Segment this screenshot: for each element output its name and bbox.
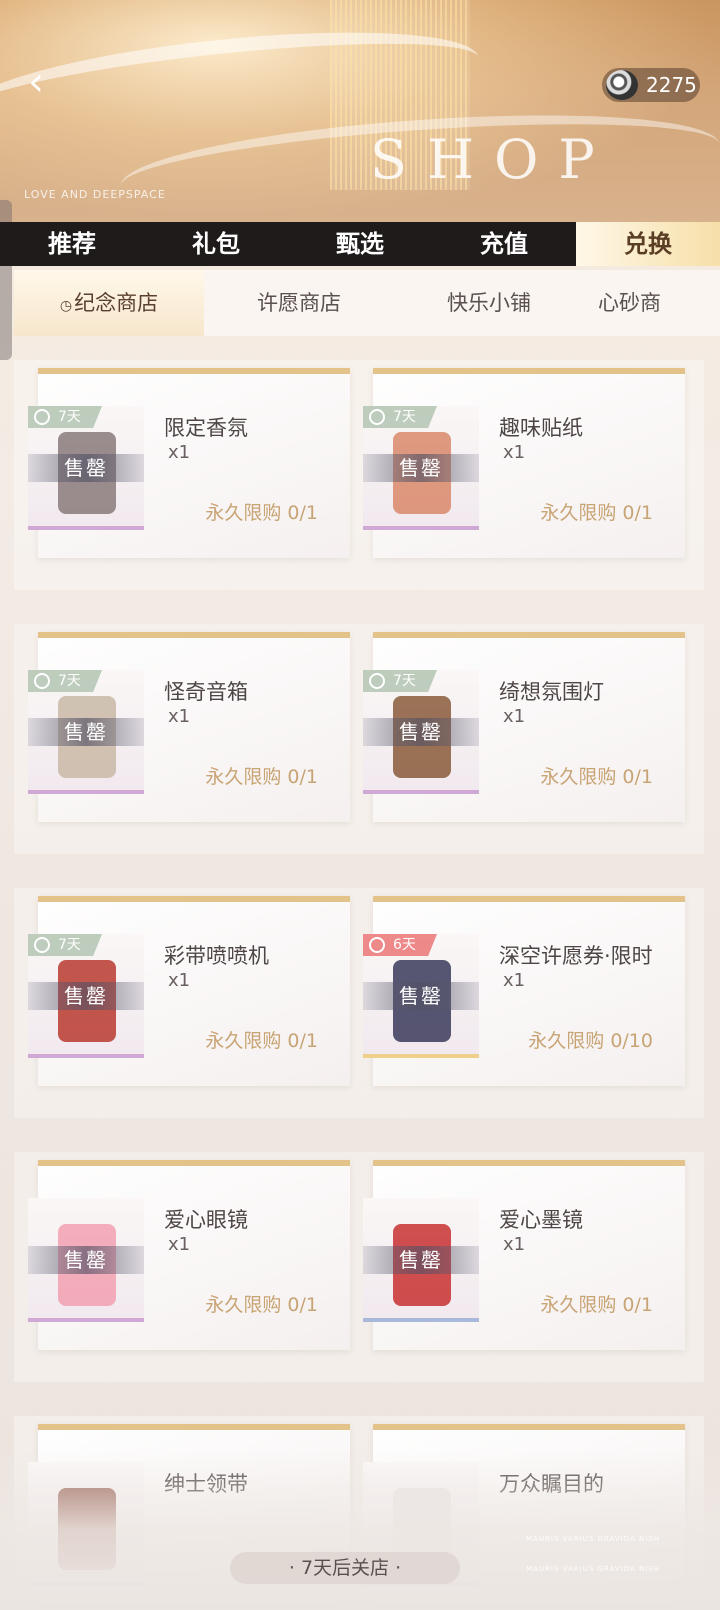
purchase-limit: 永久限购 0/1: [205, 1294, 318, 1316]
footer-watermark: MAURIS VARIUS GRAVIDA NISH: [526, 1535, 660, 1543]
clock-icon: [34, 673, 50, 689]
sold-out-label: 售罄: [363, 982, 479, 1010]
tab-exchange[interactable]: 兑换: [576, 222, 720, 266]
purchase-limit: 永久限购 0/1: [205, 502, 318, 524]
item-quantity: x1: [503, 442, 526, 463]
shop-item-card[interactable]: 售罄 爱心墨镜 x1 永久限购 0/1: [363, 1160, 685, 1350]
clock-icon: ◷: [59, 298, 73, 314]
sold-out-label: 售罄: [28, 1246, 144, 1274]
bottom-fade: [0, 1450, 720, 1610]
clock-icon: [369, 937, 385, 953]
currency-amount: 2275: [646, 73, 697, 97]
clock-icon: [369, 673, 385, 689]
purchase-limit: 永久限购 0/1: [205, 1030, 318, 1052]
item-quantity: x1: [503, 706, 526, 727]
clock-icon: [369, 409, 385, 425]
shop-item-card[interactable]: 7天售罄 趣味贴纸 x1 永久限购 0/1: [363, 368, 685, 558]
brand-mark: LOVE AND DEEPSPACE: [24, 188, 166, 201]
subtab-memorial-shop[interactable]: ◷纪念商店: [14, 270, 204, 336]
item-quantity: x1: [168, 1234, 191, 1255]
item-thumbnail: 7天售罄: [363, 406, 479, 530]
item-name: 趣味贴纸: [499, 416, 583, 440]
shop-item-card[interactable]: 售罄 爱心眼镜 x1 永久限购 0/1: [28, 1160, 350, 1350]
currency-display[interactable]: 2275: [602, 68, 700, 102]
item-quantity: x1: [168, 442, 191, 463]
purchase-limit: 永久限购 0/1: [540, 766, 653, 788]
shop-item-card[interactable]: 7天售罄 绮想氛围灯 x1 永久限购 0/1: [363, 632, 685, 822]
purchase-limit: 永久限购 0/1: [540, 1294, 653, 1316]
clock-icon: [34, 409, 50, 425]
time-remaining-badge: 7天: [363, 406, 437, 428]
item-name: 深空许愿券·限时: [499, 944, 653, 968]
badge-text: 7天: [58, 409, 81, 425]
chevron-left-icon: ‹: [28, 59, 44, 105]
item-thumbnail: 6天售罄: [363, 934, 479, 1058]
shop-item-card[interactable]: 7天售罄 怪奇音箱 x1 永久限购 0/1: [28, 632, 350, 822]
item-name: 限定香氛: [164, 416, 248, 440]
sold-out-label: 售罄: [28, 982, 144, 1010]
item-name: 彩带喷喷机: [164, 944, 269, 968]
footer-watermark: MAURIS VARIUS GRAVIDA NISH: [526, 1565, 660, 1573]
sold-out-label: 售罄: [363, 1246, 479, 1274]
badge-text: 7天: [393, 409, 416, 425]
tab-recharge[interactable]: 充值: [432, 222, 576, 266]
header-banner: SHOP LOVE AND DEEPSPACE ‹ 2275: [0, 0, 720, 222]
item-thumbnail: 售罄: [363, 1198, 479, 1322]
item-thumbnail: 7天售罄: [363, 670, 479, 794]
tab-recommend[interactable]: 推荐: [0, 222, 144, 266]
item-quantity: x1: [168, 706, 191, 727]
subtab-heart-sand-shop[interactable]: 心砂商: [584, 270, 704, 336]
main-tab-bar: 推荐 礼包 甄选 充值 兑换: [0, 222, 720, 266]
purchase-limit: 永久限购 0/10: [528, 1030, 653, 1052]
item-thumbnail: 7天售罄: [28, 670, 144, 794]
badge-text: 7天: [393, 673, 416, 689]
badge-text: 7天: [58, 937, 81, 953]
item-quantity: x1: [503, 1234, 526, 1255]
item-name: 绮想氛围灯: [499, 680, 604, 704]
item-quantity: x1: [503, 970, 526, 991]
shop-title-word: SHOP: [370, 128, 615, 191]
shop-item-card[interactable]: 7天售罄 彩带喷喷机 x1 永久限购 0/1: [28, 896, 350, 1086]
badge-text: 7天: [58, 673, 81, 689]
sold-out-label: 售罄: [363, 718, 479, 746]
shop-closing-notice: · 7天后关店 ·: [230, 1552, 460, 1584]
sold-out-label: 售罄: [28, 718, 144, 746]
tab-selection[interactable]: 甄选: [288, 222, 432, 266]
sold-out-label: 售罄: [363, 454, 479, 482]
purchase-limit: 永久限购 0/1: [205, 766, 318, 788]
subtab-wish-shop[interactable]: 许愿商店: [204, 270, 394, 336]
sold-out-label: 售罄: [28, 454, 144, 482]
time-remaining-badge: 7天: [363, 670, 437, 692]
shop-item-card[interactable]: 6天售罄 深空许愿券·限时 x1 永久限购 0/10: [363, 896, 685, 1086]
item-thumbnail: 售罄: [28, 1198, 144, 1322]
clock-icon: [34, 937, 50, 953]
sub-tab-bar: ◷纪念商店 许愿商店 快乐小铺 心砂商: [14, 270, 720, 336]
item-thumbnail: 7天售罄: [28, 406, 144, 530]
subtab-label: 纪念商店: [74, 291, 159, 315]
diamond-ring-icon: [606, 70, 638, 100]
item-name: 爱心眼镜: [164, 1208, 248, 1232]
item-name: 怪奇音箱: [164, 680, 248, 704]
time-remaining-badge: 7天: [28, 406, 102, 428]
time-remaining-badge: 7天: [28, 934, 102, 956]
item-quantity: x1: [168, 970, 191, 991]
item-name: 爱心墨镜: [499, 1208, 583, 1232]
purchase-limit: 永久限购 0/1: [540, 502, 653, 524]
item-thumbnail: 7天售罄: [28, 934, 144, 1058]
time-remaining-badge: 6天: [363, 934, 437, 956]
back-button[interactable]: ‹: [28, 60, 72, 104]
time-remaining-badge: 7天: [28, 670, 102, 692]
subtab-happy-store[interactable]: 快乐小铺: [394, 270, 584, 336]
shop-item-card[interactable]: 7天售罄 限定香氛 x1 永久限购 0/1: [28, 368, 350, 558]
tab-gift-pack[interactable]: 礼包: [144, 222, 288, 266]
badge-text: 6天: [393, 937, 416, 953]
